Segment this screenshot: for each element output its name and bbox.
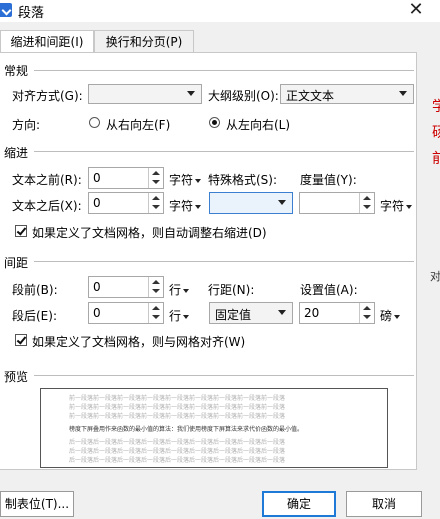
spin-down-icon[interactable] — [363, 315, 371, 319]
chevron-down-icon — [394, 314, 401, 319]
direction-label: 方向: — [12, 118, 41, 132]
line-spacing-select[interactable]: 固定值 — [209, 302, 293, 324]
special-format-select[interactable] — [209, 192, 293, 214]
section-general-heading: 常规 — [4, 64, 29, 78]
chevron-down-icon — [399, 91, 407, 96]
chevron-down-icon — [195, 204, 202, 209]
alignment-label: 对齐方式(G): — [12, 89, 83, 103]
spin-up-icon[interactable] — [152, 171, 160, 175]
indent-after-unit[interactable]: 字符 — [169, 197, 202, 214]
space-before-unit[interactable]: 行 — [169, 281, 190, 298]
close-icon[interactable]: ✕ — [404, 0, 428, 21]
ok-button[interactable]: 确定 — [262, 491, 336, 517]
chevron-down-icon — [278, 200, 286, 205]
space-after-label: 段后(E): — [12, 309, 57, 323]
space-after-value: 0 — [93, 306, 101, 320]
spin-up-icon[interactable] — [363, 306, 371, 310]
background-text: 对 — [430, 270, 440, 283]
indent-before-unit[interactable]: 字符 — [169, 171, 202, 188]
spin-down-icon[interactable] — [152, 315, 160, 319]
measure-spinner[interactable] — [299, 192, 375, 214]
spin-up-icon[interactable] — [363, 196, 371, 200]
spin-down-icon[interactable] — [152, 289, 160, 293]
paragraph-preview: 前一段落前一段落前一段落前一段落前一段落前一段落前一段落前一段落前一段落 前一段… — [40, 388, 388, 468]
cancel-button[interactable]: 取消 — [346, 491, 422, 517]
spin-up-icon[interactable] — [152, 306, 160, 310]
measure-label: 度量值(Y): — [300, 173, 357, 187]
snap-grid-label: 如果定义了文档网格，则与网格对齐(W) — [32, 335, 246, 349]
dialog-title: 段落 — [18, 6, 45, 21]
auto-adjust-label: 如果定义了文档网格，则自动调整右缩进(D) — [32, 226, 267, 240]
rtl-radio[interactable] — [89, 117, 100, 128]
preview-prev-line: 前一段落前一段落前一段落前一段落前一段落前一段落前一段落前一段落前一段落 — [69, 413, 286, 420]
space-before-label: 段前(B): — [12, 283, 58, 297]
set-value-spinner[interactable]: 20 — [299, 302, 375, 324]
divider — [34, 151, 414, 152]
section-preview-heading: 预览 — [4, 370, 29, 384]
space-after-spinner[interactable]: 0 — [88, 302, 164, 324]
ltr-radio[interactable] — [209, 117, 220, 128]
chevron-down-icon — [406, 204, 413, 209]
chevron-down-icon — [183, 288, 190, 293]
set-value-unit[interactable]: 磅 — [380, 307, 401, 324]
spin-up-icon[interactable] — [152, 280, 160, 284]
indent-after-label: 文本之后(X): — [12, 199, 82, 213]
indent-before-spinner[interactable]: 0 — [88, 167, 164, 189]
chevron-down-icon — [195, 178, 202, 183]
indent-before-label: 文本之前(R): — [12, 173, 82, 187]
chevron-down-icon — [187, 91, 195, 96]
snap-grid-checkbox[interactable] — [15, 334, 27, 346]
line-spacing-label: 行距(N): — [208, 283, 255, 297]
preview-main-line: 榜度下屏叠用作来函数的最小值的算法：我们使用榜度下屏算法来求代价函数的最小值。 — [69, 426, 304, 433]
tab-stops-button[interactable]: 制表位(T)... — [0, 491, 74, 517]
set-value-value: 20 — [304, 306, 320, 320]
divider — [34, 70, 414, 71]
spin-up-icon[interactable] — [152, 196, 160, 200]
outline-level-value: 正文文本 — [286, 89, 335, 103]
indent-after-spinner[interactable]: 0 — [88, 192, 164, 214]
chevron-down-icon — [183, 314, 190, 319]
outline-level-label: 大纲级别(O): — [208, 89, 279, 103]
tab-line-page-breaks[interactable]: 换行和分页(P) — [94, 30, 194, 53]
auto-adjust-checkbox[interactable] — [15, 225, 27, 237]
outline-level-select[interactable]: 正文文本 — [280, 84, 414, 104]
preview-next-line: 后一段落后一段落后一段落后一段落后一段落后一段落后一段落后一段落后一段落 — [69, 457, 286, 464]
rtl-label: 从右向左(F) — [106, 118, 171, 132]
space-before-value: 0 — [93, 280, 101, 294]
divider — [34, 375, 414, 376]
tab-indent-spacing[interactable]: 缩进和间距(I) — [0, 30, 94, 54]
alignment-select[interactable] — [88, 84, 202, 104]
background-text: 砀 — [432, 125, 440, 141]
wps-writer-icon — [0, 3, 12, 17]
space-after-unit[interactable]: 行 — [169, 307, 190, 324]
chevron-down-icon — [278, 310, 286, 315]
line-spacing-value: 固定值 — [215, 308, 252, 322]
section-spacing-heading: 间距 — [4, 256, 29, 270]
divider — [34, 261, 414, 262]
background-text: 前 — [432, 151, 440, 167]
space-before-spinner[interactable]: 0 — [88, 276, 164, 298]
measure-unit[interactable]: 字符 — [380, 197, 413, 214]
spin-down-icon[interactable] — [152, 205, 160, 209]
spin-down-icon[interactable] — [152, 180, 160, 184]
indent-before-value: 0 — [93, 171, 101, 185]
section-indent-heading: 缩进 — [4, 146, 29, 160]
set-value-label: 设置值(A): — [300, 283, 358, 297]
indent-after-value: 0 — [93, 196, 101, 210]
ltr-label: 从左向右(L) — [226, 118, 291, 132]
spin-down-icon[interactable] — [363, 205, 371, 209]
title-bar — [0, 0, 440, 22]
background-text: 学 — [432, 99, 440, 115]
special-format-label: 特殊格式(S): — [208, 173, 278, 187]
